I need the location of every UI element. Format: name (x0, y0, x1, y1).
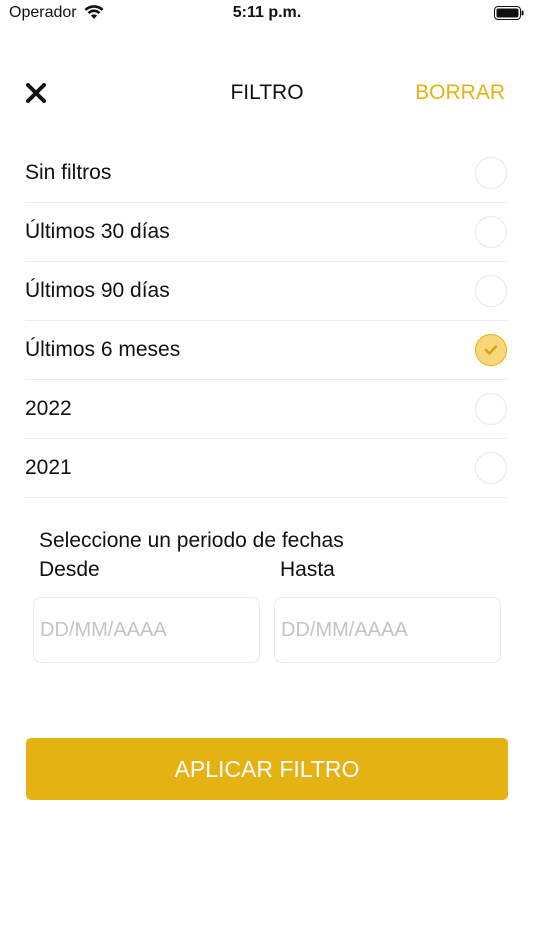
apply-filter-button[interactable]: APLICAR FILTRO (26, 738, 508, 800)
filter-option-no-filter[interactable]: Sin filtros (25, 144, 508, 203)
option-label: 2022 (25, 397, 72, 420)
clear-button[interactable]: BORRAR (415, 81, 505, 105)
radio-button[interactable] (475, 393, 507, 425)
option-label: 2021 (25, 456, 72, 479)
option-label: Últimos 30 días (25, 220, 170, 243)
filter-options-list: Sin filtros Últimos 30 días Últimos 90 d… (25, 144, 508, 498)
filter-header: FILTRO BORRAR (0, 70, 534, 114)
date-range-title: Seleccione un periodo de fechas (39, 529, 344, 552)
radio-button[interactable] (475, 452, 507, 484)
from-date-input[interactable] (33, 597, 260, 663)
status-time: 5:11 p.m. (232, 4, 302, 21)
option-label: Últimos 90 días (25, 279, 170, 302)
status-bar: Operador 5:11 p.m. (0, 0, 534, 30)
filter-option-last-6-months[interactable]: Últimos 6 meses (25, 321, 508, 380)
filter-option-2021[interactable]: 2021 (25, 439, 508, 498)
filter-option-last-90-days[interactable]: Últimos 90 días (25, 262, 508, 321)
radio-button[interactable] (475, 275, 507, 307)
option-label: Últimos 6 meses (25, 338, 181, 361)
filter-option-2022[interactable]: 2022 (25, 380, 508, 439)
to-date-input[interactable] (274, 597, 501, 663)
check-icon (484, 345, 498, 355)
filter-option-last-30-days[interactable]: Últimos 30 días (25, 203, 508, 262)
battery-icon (494, 6, 524, 20)
radio-button[interactable] (475, 216, 507, 248)
option-label: Sin filtros (25, 161, 112, 184)
radio-button[interactable] (475, 157, 507, 189)
to-label: Hasta (280, 558, 335, 581)
radio-button-selected[interactable] (475, 334, 507, 366)
from-label: Desde (39, 558, 100, 581)
